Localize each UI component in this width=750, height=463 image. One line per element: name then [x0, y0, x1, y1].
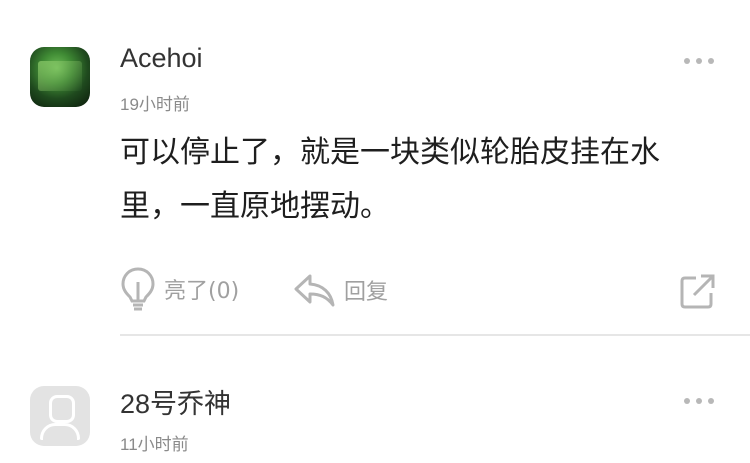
share-icon[interactable] [679, 272, 717, 310]
default-user-avatar[interactable] [30, 386, 90, 446]
reply-label: 回复 [344, 280, 389, 305]
like-label: 亮了(0) [164, 279, 240, 304]
timestamp: 19小时前 [120, 95, 190, 114]
more-options-icon[interactable] [684, 396, 714, 406]
more-options-icon[interactable] [684, 56, 714, 66]
like-button[interactable]: 亮了(0) [120, 266, 239, 312]
comment-item: 28号乔神 11小时前 [0, 340, 750, 463]
divider [120, 334, 750, 336]
timestamp: 11小时前 [120, 435, 189, 454]
comment-item: Acehoi 19小时前 可以停止了，就是一块类似轮胎皮挂在水里，一直原地摆动。… [0, 0, 750, 340]
reply-icon [294, 274, 335, 307]
comment-text: 可以停止了，就是一块类似轮胎皮挂在水里，一直原地摆动。 [120, 135, 660, 224]
lightbulb-icon [121, 267, 155, 311]
username[interactable]: 28号乔神 [120, 382, 231, 421]
reply-button[interactable]: 回复 [292, 272, 388, 308]
avatar[interactable] [30, 47, 90, 107]
username[interactable]: Acehoi [120, 43, 203, 74]
